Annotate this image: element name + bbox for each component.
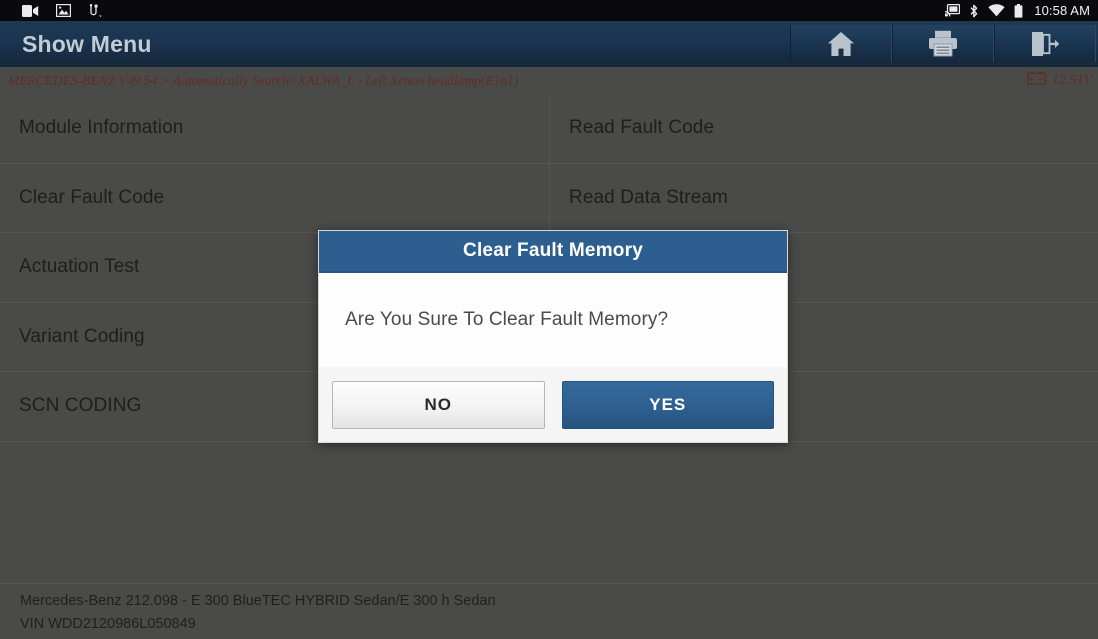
clear-fault-memory-dialog: Clear Fault Memory Are You Sure To Clear…	[318, 230, 788, 443]
camcorder-icon	[22, 4, 39, 17]
bluetooth-icon	[969, 4, 979, 18]
status-bar-left-icons	[22, 3, 945, 18]
exit-icon	[1030, 31, 1060, 57]
dialog-body: Are You Sure To Clear Fault Memory?	[319, 273, 787, 367]
home-button[interactable]	[790, 25, 892, 62]
page-title: Show Menu	[22, 30, 152, 57]
photo-icon	[56, 4, 71, 17]
battery-icon	[1014, 3, 1023, 18]
exit-button[interactable]	[994, 25, 1096, 62]
status-bar-clock: 10:58 AM	[1034, 3, 1090, 18]
dialog-actions: NO YES	[319, 367, 787, 442]
device-screen: 10:58 AM Show Menu MERCEDES-BENZ V49.54 …	[0, 0, 1098, 639]
home-icon	[827, 31, 855, 57]
dialog-yes-button[interactable]: YES	[561, 380, 774, 429]
app-title-bar: Show Menu	[0, 21, 1098, 67]
usb-icon	[88, 3, 102, 18]
print-button[interactable]	[892, 25, 994, 62]
printer-icon	[928, 30, 958, 57]
wifi-icon	[988, 4, 1005, 17]
title-bar-actions	[790, 21, 1098, 67]
screen-cast-icon	[945, 4, 961, 17]
dialog-title: Clear Fault Memory	[319, 231, 787, 273]
android-status-bar: 10:58 AM	[0, 0, 1098, 21]
dialog-no-button[interactable]: NO	[332, 380, 545, 429]
dialog-message: Are You Sure To Clear Fault Memory?	[345, 309, 669, 330]
status-bar-right-icons: 10:58 AM	[945, 3, 1090, 18]
